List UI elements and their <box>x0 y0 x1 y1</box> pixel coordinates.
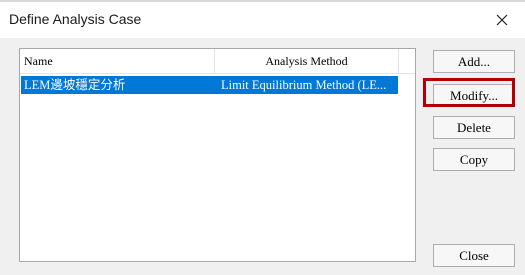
dialog-title: Define Analysis Case <box>9 11 142 27</box>
column-header-name[interactable]: Name <box>20 49 215 73</box>
add-button[interactable]: Add... <box>433 50 515 73</box>
delete-button[interactable]: Delete <box>433 116 515 139</box>
row-name-cell: LEM邊坡穩定分析 <box>24 78 126 92</box>
modify-button[interactable]: Modify... <box>433 84 515 107</box>
analysis-case-list[interactable]: Name Analysis Method LEM邊坡穩定分析 Limit Equ… <box>19 48 416 262</box>
table-row[interactable]: LEM邊坡穩定分析 Limit Equilibrium Method (LE..… <box>21 76 398 94</box>
close-icon[interactable] <box>489 7 515 33</box>
define-analysis-case-dialog: Define Analysis Case Name Analysis Metho… <box>0 2 525 275</box>
column-header-analysis-method[interactable]: Analysis Method <box>215 49 399 73</box>
row-method-cell: Limit Equilibrium Method (LE... <box>221 78 387 92</box>
close-button[interactable]: Close <box>433 244 515 267</box>
title-bar: Define Analysis Case <box>0 2 525 38</box>
list-header: Name Analysis Method <box>20 49 415 74</box>
copy-button[interactable]: Copy <box>433 148 515 171</box>
